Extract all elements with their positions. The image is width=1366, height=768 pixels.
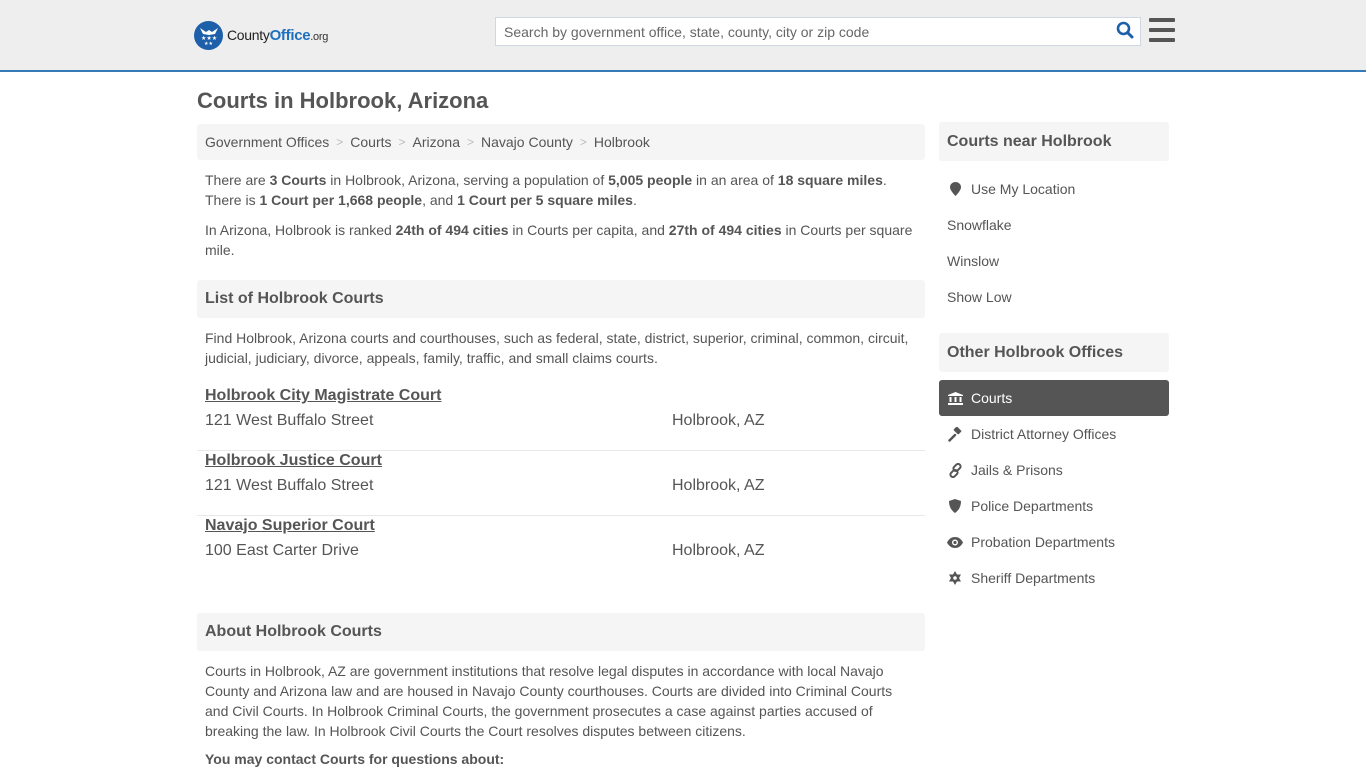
hamburger-menu-icon[interactable] [1149,18,1175,42]
breadcrumb-government-offices[interactable]: Government Offices [205,134,329,150]
map-marker-icon [947,182,963,196]
gavel-icon [947,426,963,442]
breadcrumb-separator: > [336,135,344,149]
courts-near-panel: Courts near Holbrook Use My Location Sno… [939,122,1169,315]
sheriff-star-icon [947,571,963,585]
search-bar [495,17,1141,46]
court-name-link[interactable]: Holbrook City Magistrate Court [205,387,441,405]
search-icon [1116,21,1134,42]
court-address: 121 West Buffalo Street [205,412,374,429]
court-city: Holbrook, AZ [672,412,765,429]
nearby-city-item: Show Low [939,279,1169,315]
office-item-sheriff[interactable]: Sheriff Departments [939,560,1169,596]
summary-stats: There are 3 Courts in Holbrook, Arizona,… [205,172,887,208]
court-list-item: Holbrook City Magistrate Court 121 West … [197,386,925,451]
svg-text:★★: ★★ [204,41,213,45]
court-name-link[interactable]: Holbrook Justice Court [205,452,382,470]
about-description: Courts in Holbrook, AZ are government in… [205,663,893,739]
courts-near-heading: Courts near Holbrook [939,122,1169,161]
nearby-city-link-show-low[interactable]: Show Low [947,289,1012,305]
office-link-probation[interactable]: Probation Departments [971,534,1115,550]
breadcrumb-arizona[interactable]: Arizona [413,134,460,150]
search-input[interactable] [496,18,1110,45]
logo-wordmark: CountyOffice.org [227,26,329,44]
breadcrumb-separator: > [466,135,474,149]
other-offices-heading: Other Holbrook Offices [939,333,1169,372]
court-address: 121 West Buffalo Street [205,477,374,494]
search-button[interactable] [1110,18,1140,45]
main-content: Government Offices > Courts > Arizona > … [197,124,925,767]
use-my-location-item: Use My Location [939,171,1169,207]
menu-bar [1149,38,1175,42]
menu-bar [1149,18,1175,22]
shield-icon [947,499,963,513]
court-city: Holbrook, AZ [672,542,765,559]
office-item-police[interactable]: Police Departments [939,488,1169,524]
court-address: 100 East Carter Drive [205,542,359,559]
breadcrumb-separator: > [579,135,587,149]
nearby-cities-list: Use My Location Snowflake Winslow Show L… [939,171,1169,315]
ranking-stats: In Arizona, Holbrook is ranked 24th of 4… [205,222,913,258]
breadcrumb-courts[interactable]: Courts [350,134,391,150]
court-name-link[interactable]: Navajo Superior Court [205,517,375,535]
about-section-heading: About Holbrook Courts [197,613,925,651]
top-header: ★★★ ★★ CountyOffice.org [0,0,1366,72]
use-my-location-link[interactable]: Use My Location [971,181,1075,197]
nearby-city-link-winslow[interactable]: Winslow [947,253,999,269]
list-section-heading: List of Holbrook Courts [197,280,925,318]
office-link-jails-prisons[interactable]: Jails & Prisons [971,462,1063,478]
other-offices-list: Courts District Attorney Offices Jails &… [939,380,1169,596]
court-list: Holbrook City Magistrate Court 121 West … [197,386,925,581]
office-link-courts[interactable]: Courts [971,390,1012,406]
office-item-district-attorney[interactable]: District Attorney Offices [939,416,1169,452]
office-item-courts[interactable]: Courts [939,380,1169,416]
nearby-city-link-snowflake[interactable]: Snowflake [947,217,1012,233]
breadcrumb: Government Offices > Courts > Arizona > … [197,124,925,160]
office-link-police[interactable]: Police Departments [971,498,1093,514]
nearby-city-item: Snowflake [939,207,1169,243]
office-link-district-attorney[interactable]: District Attorney Offices [971,426,1116,442]
court-city: Holbrook, AZ [672,477,765,494]
other-offices-panel: Other Holbrook Offices Courts District A… [939,333,1169,596]
contact-heading: You may contact Courts for questions abo… [205,751,505,767]
court-list-item: Holbrook Justice Court 121 West Buffalo … [197,451,925,516]
court-list-item: Navajo Superior Court 100 East Carter Dr… [197,516,925,581]
courthouse-icon [947,391,963,405]
breadcrumb-navajo-county[interactable]: Navajo County [481,134,573,150]
page-title: Courts in Holbrook, Arizona [197,88,489,113]
breadcrumb-separator: > [398,135,406,149]
breadcrumb-holbrook[interactable]: Holbrook [594,134,650,150]
eagle-logo-icon: ★★★ ★★ [194,20,223,50]
list-description: Find Holbrook, Arizona courts and courth… [205,330,909,366]
office-item-jails-prisons[interactable]: Jails & Prisons [939,452,1169,488]
office-item-probation[interactable]: Probation Departments [939,524,1169,560]
eye-icon [947,536,963,548]
office-link-sheriff[interactable]: Sheriff Departments [971,570,1095,586]
menu-bar [1149,28,1175,32]
nearby-city-item: Winslow [939,243,1169,279]
site-logo[interactable]: ★★★ ★★ CountyOffice.org [194,20,328,50]
link-chain-icon [947,462,963,478]
